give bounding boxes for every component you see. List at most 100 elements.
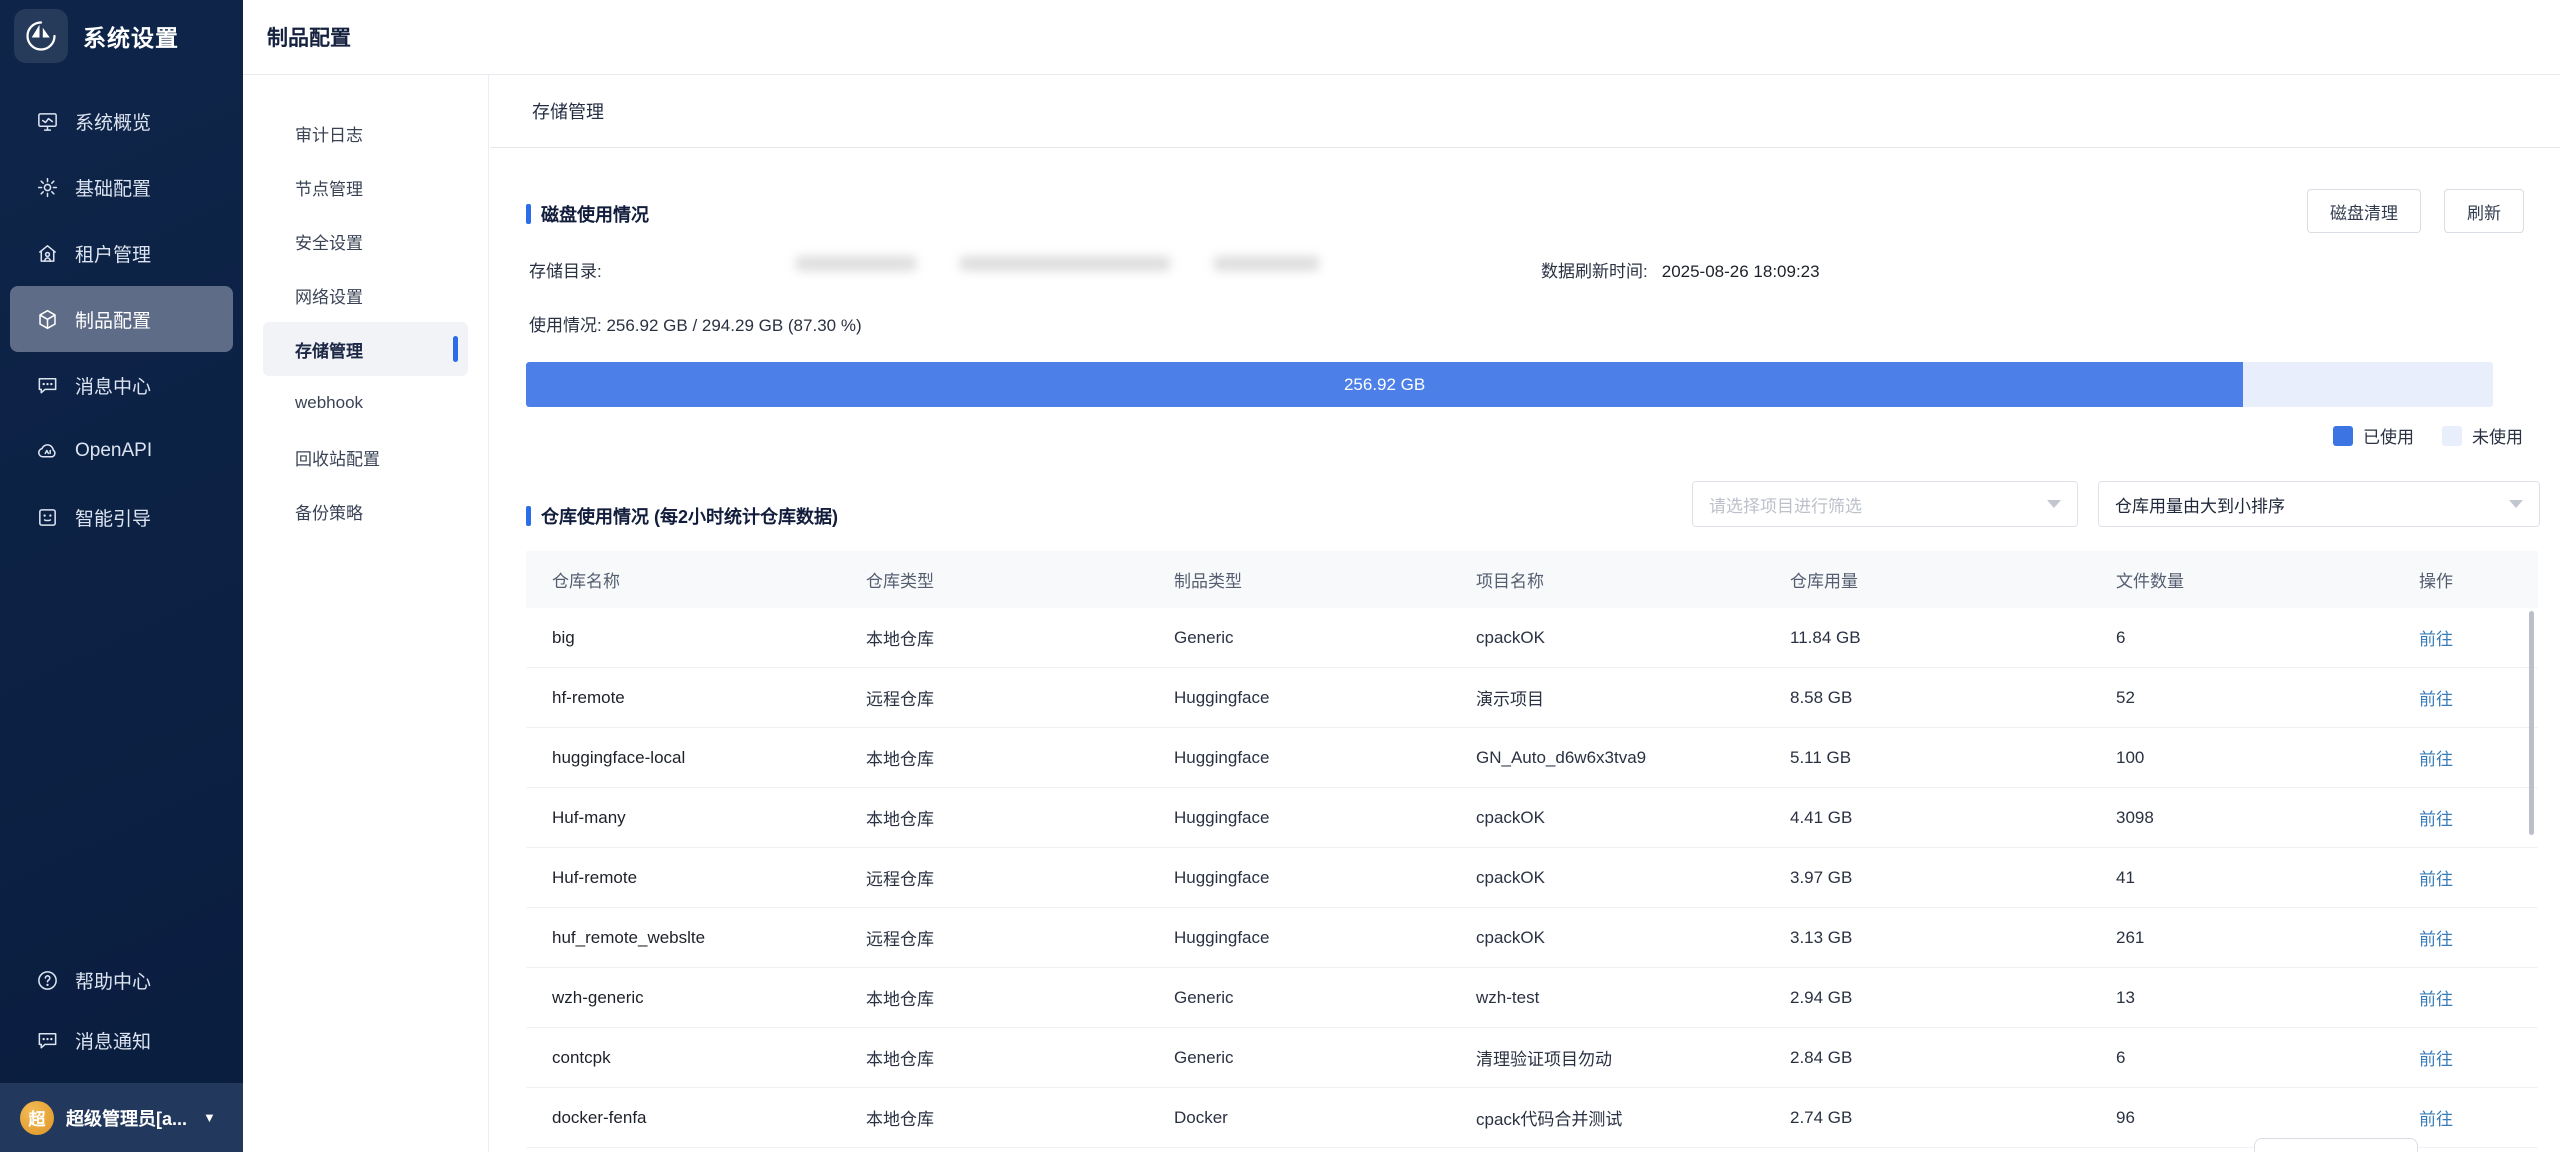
- table-row: contcpk 本地仓库 Generic 清理验证项目勿动 2.84 GB 6 …: [526, 1028, 2538, 1088]
- cell-file-count: 52: [2116, 688, 2419, 708]
- disk-used-label: 256.92 GB: [1344, 375, 1425, 395]
- goto-link[interactable]: 前往: [2419, 1050, 2453, 1069]
- cell-file-count: 13: [2116, 988, 2419, 1008]
- tenant-icon: [36, 242, 59, 265]
- cell-artifact-type: Docker: [1174, 1108, 1476, 1128]
- cell-artifact-type: Huggingface: [1174, 928, 1476, 948]
- cell-repo-name: docker-fenfa: [552, 1108, 866, 1128]
- submenu-item-recycle-bin-config[interactable]: 回收站配置: [263, 430, 468, 484]
- sidebar-item-notifications[interactable]: 消息通知: [0, 1010, 243, 1070]
- avatar: 超: [20, 1101, 54, 1135]
- cell-artifact-type: Generic: [1174, 988, 1476, 1008]
- cell-usage: 11.84 GB: [1790, 628, 2116, 648]
- legend-free-label: 未使用: [2472, 423, 2523, 448]
- pagination-page-size-select[interactable]: [2254, 1138, 2418, 1152]
- app-logo-icon: [14, 9, 68, 63]
- cell-artifact-type: Huggingface: [1174, 688, 1476, 708]
- goto-link[interactable]: 前往: [2419, 690, 2453, 709]
- sidebar-footer-nav: 帮助中心 消息通知: [0, 950, 243, 1070]
- app-root: 系统设置 系统概览 基础配置 租户管理 制品配置 消息中心 OpenAPI 智能…: [0, 0, 2560, 1152]
- goto-link[interactable]: 前往: [2419, 750, 2453, 769]
- column-header-usage: 仓库用量: [1790, 567, 2116, 592]
- submenu-item-security-settings[interactable]: 安全设置: [263, 214, 468, 268]
- sidebar-item-system-overview[interactable]: 系统概览: [0, 88, 243, 154]
- project-filter-placeholder: 请选择项目进行筛选: [1709, 492, 1862, 517]
- sidebar-item-smart-guide[interactable]: 智能引导: [0, 484, 243, 550]
- cell-repo-name: Huf-remote: [552, 868, 866, 888]
- refresh-time-line: 数据刷新时间:2025-08-26 18:09:23: [1541, 257, 1820, 282]
- goto-link[interactable]: 前往: [2419, 990, 2453, 1009]
- disk-cleanup-button[interactable]: 磁盘清理: [2307, 189, 2421, 233]
- guide-icon: [36, 506, 59, 529]
- goto-link[interactable]: 前往: [2419, 1110, 2453, 1129]
- cell-usage: 3.97 GB: [1790, 868, 2116, 888]
- goto-link[interactable]: 前往: [2419, 810, 2453, 829]
- table-row: huggingface-local 本地仓库 Huggingface GN_Au…: [526, 728, 2538, 788]
- page-header-title: 制品配置: [267, 22, 351, 52]
- table-row: docker-fenfa 本地仓库 Docker cpack代码合并测试 2.7…: [526, 1088, 2538, 1148]
- table-scrollbar[interactable]: [2529, 611, 2534, 835]
- submenu: 审计日志节点管理安全设置网络设置存储管理webhook回收站配置备份策略: [243, 75, 489, 1152]
- project-filter-select[interactable]: 请选择项目进行筛选: [1692, 481, 2078, 527]
- cell-repo-type: 远程仓库: [866, 685, 1174, 710]
- submenu-item-webhook[interactable]: webhook: [263, 376, 468, 430]
- table-header: 仓库名称 仓库类型 制品类型 项目名称 仓库用量 文件数量 操作: [526, 551, 2538, 608]
- cell-usage: 8.58 GB: [1790, 688, 2116, 708]
- sidebar-item-tenant-management[interactable]: 租户管理: [0, 220, 243, 286]
- cell-repo-name: hf-remote: [552, 688, 866, 708]
- submenu-item-network-settings[interactable]: 网络设置: [263, 268, 468, 322]
- cell-repo-type: 本地仓库: [866, 745, 1174, 770]
- sort-select[interactable]: 仓库用量由大到小排序: [2098, 481, 2540, 527]
- sidebar-item-message-center[interactable]: 消息中心: [0, 352, 243, 418]
- cell-artifact-type: Huggingface: [1174, 808, 1476, 828]
- table-row: hf-remote 远程仓库 Huggingface 演示项目 8.58 GB …: [526, 668, 2538, 728]
- cell-file-count: 96: [2116, 1108, 2419, 1128]
- cell-repo-type: 远程仓库: [866, 865, 1174, 890]
- cell-project-name: 清理验证项目勿动: [1476, 1045, 1790, 1070]
- cell-usage: 2.94 GB: [1790, 988, 2116, 1008]
- cell-repo-type: 远程仓库: [866, 925, 1174, 950]
- sidebar-item-artifact-config[interactable]: 制品配置: [10, 286, 233, 352]
- sidebar-nav: 系统概览 基础配置 租户管理 制品配置 消息中心 OpenAPI 智能引导: [0, 88, 243, 550]
- sidebar-item-openapi[interactable]: OpenAPI: [0, 418, 243, 484]
- submenu-item-backup-policy[interactable]: 备份策略: [263, 484, 468, 538]
- app-logo[interactable]: 系统设置: [14, 9, 179, 63]
- monitor-icon: [36, 110, 59, 133]
- sidebar-item-label: 租户管理: [75, 240, 151, 267]
- cell-usage: 2.84 GB: [1790, 1048, 2116, 1068]
- submenu-item-storage-management[interactable]: 存储管理: [263, 322, 468, 376]
- submenu-item-node-management[interactable]: 节点管理: [263, 160, 468, 214]
- cell-repo-type: 本地仓库: [866, 1045, 1174, 1070]
- submenu-item-audit-logs[interactable]: 审计日志: [263, 106, 468, 160]
- user-menu[interactable]: 超 超级管理员[a... ▼: [0, 1083, 243, 1152]
- chevron-down-icon: [2509, 500, 2523, 508]
- repo-usage-section-title: 仓库使用情况 (每2小时统计仓库数据): [526, 503, 838, 529]
- goto-link[interactable]: 前往: [2419, 870, 2453, 889]
- goto-link[interactable]: 前往: [2419, 630, 2453, 649]
- sidebar: 系统设置 系统概览 基础配置 租户管理 制品配置 消息中心 OpenAPI 智能…: [0, 0, 243, 1152]
- refresh-time-value: 2025-08-26 18:09:23: [1662, 262, 1820, 281]
- cell-usage: 5.11 GB: [1790, 748, 2116, 768]
- disk-usage-legend: 已使用 未使用: [2333, 423, 2523, 448]
- sidebar-item-label: 帮助中心: [75, 967, 151, 994]
- disk-usage-bar: 256.92 GB: [526, 362, 2493, 407]
- goto-link[interactable]: 前往: [2419, 930, 2453, 949]
- table-row: wzh-generic 本地仓库 Generic wzh-test 2.94 G…: [526, 968, 2538, 1028]
- cell-repo-type: 本地仓库: [866, 1105, 1174, 1130]
- table-body: big 本地仓库 Generic cpackOK 11.84 GB 6 前往 h…: [526, 608, 2538, 1148]
- cell-project-name: wzh-test: [1476, 988, 1790, 1008]
- cell-artifact-type: Huggingface: [1174, 748, 1476, 768]
- cloud-api-icon: [36, 440, 59, 463]
- disk-actions: 磁盘清理 刷新: [2307, 189, 2524, 233]
- cell-artifact-type: Generic: [1174, 628, 1476, 648]
- refresh-button[interactable]: 刷新: [2444, 189, 2524, 233]
- legend-used-label: 已使用: [2363, 423, 2414, 448]
- cell-project-name: 演示项目: [1476, 685, 1790, 710]
- cell-project-name: cpackOK: [1476, 808, 1790, 828]
- cell-repo-name: big: [552, 628, 866, 648]
- sidebar-item-help-center[interactable]: 帮助中心: [0, 950, 243, 1010]
- storage-dir-label: 存储目录:: [529, 257, 602, 282]
- help-icon: [36, 969, 59, 992]
- sidebar-item-basic-config[interactable]: 基础配置: [0, 154, 243, 220]
- cell-file-count: 261: [2116, 928, 2419, 948]
